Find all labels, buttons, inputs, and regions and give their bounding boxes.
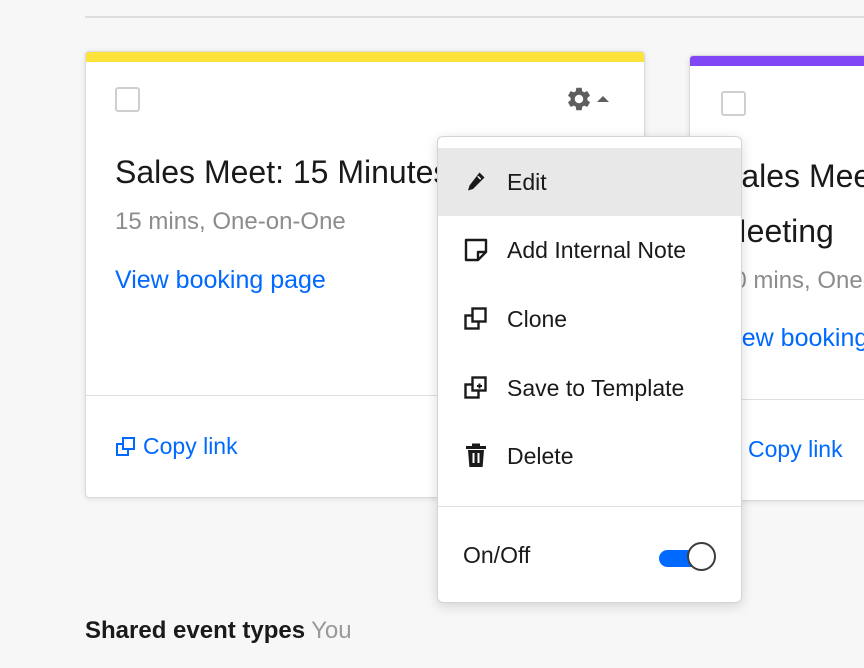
menu-item-edit[interactable]: Edit	[438, 148, 741, 216]
menu-divider	[438, 506, 741, 507]
copy-icon	[116, 436, 135, 456]
menu-item-save-to-template[interactable]: Save to Template	[438, 354, 741, 422]
section-owner: You	[311, 617, 352, 644]
card-settings-menu: Edit Add Internal Note Clone Save to Tem…	[437, 136, 742, 603]
menu-item-delete[interactable]: Delete	[438, 422, 741, 490]
view-booking-page-link[interactable]: View booking page	[115, 266, 326, 295]
menu-item-label: Add Internal Note	[507, 236, 687, 263]
menu-item-label: Save to Template	[507, 374, 685, 401]
on-off-toggle[interactable]	[657, 540, 720, 573]
note-icon	[462, 236, 490, 264]
card-select-checkbox[interactable]	[115, 87, 140, 112]
card-color-bar	[86, 52, 644, 62]
card-select-checkbox[interactable]	[721, 91, 746, 116]
on-off-row: On/Off	[438, 525, 741, 587]
gear-icon	[568, 87, 590, 111]
event-title: Sales Meet: 15 Minutes	[115, 154, 450, 190]
on-off-label: On/Off	[463, 542, 531, 568]
top-divider	[85, 16, 864, 18]
caret-up-icon	[597, 96, 609, 102]
copy-link-button[interactable]: Copy link	[115, 433, 238, 460]
copy-link-label: Copy link	[143, 433, 238, 459]
menu-item-add-internal-note[interactable]: Add Internal Note	[438, 216, 741, 284]
menu-item-label: Edit	[507, 168, 547, 195]
menu-item-label: Clone	[507, 305, 568, 332]
card-color-bar	[690, 56, 864, 66]
menu-item-label: Delete	[507, 442, 574, 469]
card-settings-button[interactable]	[565, 85, 610, 113]
menu-item-clone[interactable]: Clone	[438, 285, 741, 353]
section-title: Shared event types	[85, 617, 306, 644]
section-heading: Shared event types You	[85, 617, 352, 645]
trash-icon	[462, 442, 490, 470]
toggle-knob	[687, 542, 716, 571]
pencil-icon	[462, 168, 490, 196]
copy-link-label: Copy link	[748, 436, 843, 462]
template-icon	[462, 374, 490, 402]
clone-icon	[462, 305, 490, 333]
event-duration: 15 mins, One-on-One	[115, 208, 346, 235]
